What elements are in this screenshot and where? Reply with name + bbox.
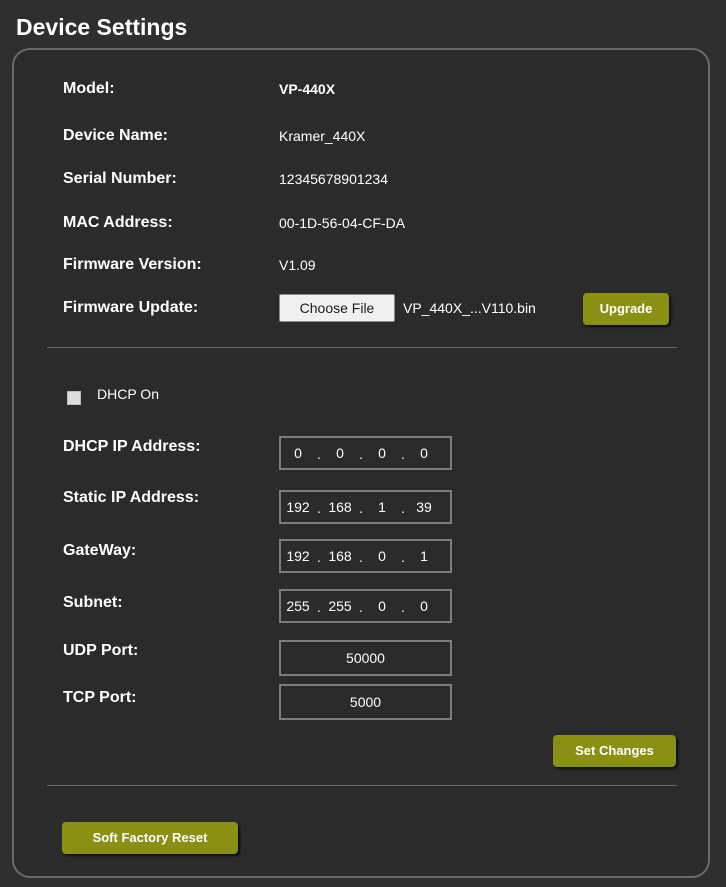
upgrade-button[interactable]: Upgrade [583,293,669,325]
divider [47,785,677,786]
gateway-field[interactable]: 192 . 168 . 0 . 1 [279,539,452,573]
choose-file-button[interactable]: Choose File [279,294,395,322]
divider [47,347,677,348]
ip-dot: . [317,549,321,565]
dhcp-ip-field[interactable]: 0 . 0 . 0 . 0 [279,436,452,470]
ip-octet: 192 [286,499,310,515]
model-value: VP-440X [279,81,336,97]
ip-dot: . [401,500,405,516]
device-name-label: Device Name: [63,127,168,144]
dhcp-checkbox[interactable] [67,391,81,405]
subnet-label: Subnet: [63,594,123,611]
tcp-port-label: TCP Port: [63,689,137,706]
firmware-version-label: Firmware Version: [63,256,202,273]
ip-dot: . [317,500,321,516]
ip-octet: 255 [328,598,352,614]
gateway-label: GateWay: [63,542,137,559]
mac-address-label: MAC Address: [63,214,173,231]
tcp-port-field[interactable]: 5000 [279,684,452,720]
ip-octet: 168 [328,499,352,515]
subnet-field[interactable]: 255 . 255 . 0 . 0 [279,589,452,623]
ip-dot: . [359,549,363,565]
ip-octet: 0 [336,445,344,461]
ip-octet: 0 [294,445,302,461]
ip-octet: 0 [378,548,386,564]
ip-octet: 1 [378,499,386,515]
ip-octet: 1 [420,548,428,564]
selected-file-name: VP_440X_...V110.bin [403,300,536,316]
ip-dot: . [359,500,363,516]
ip-dot: . [317,599,321,615]
mac-address-value: 00-1D-56-04-CF-DA [279,215,406,231]
udp-port-label: UDP Port: [63,642,139,659]
set-changes-button[interactable]: Set Changes [553,735,676,767]
ip-octet: 0 [420,598,428,614]
ip-dot: . [401,549,405,565]
ip-octet: 39 [416,499,432,515]
page-title: Device Settings [16,14,188,40]
udp-port-field[interactable]: 50000 [279,640,452,676]
device-name-value: Kramer_440X [279,128,366,144]
ip-octet: 192 [286,548,310,564]
firmware-version-value: V1.09 [279,257,316,273]
soft-factory-reset-button[interactable]: Soft Factory Reset [62,822,238,854]
serial-number-label: Serial Number: [63,170,177,187]
static-ip-field[interactable]: 192 . 168 . 1 . 39 [279,490,452,524]
ip-dot: . [401,599,405,615]
serial-number-value: 12345678901234 [279,171,389,187]
ip-octet: 0 [420,445,428,461]
ip-octet: 168 [328,548,352,564]
ip-octet: 255 [286,598,310,614]
ip-octet: 0 [378,445,386,461]
dhcp-ip-label: DHCP IP Address: [63,438,201,455]
dhcp-label: DHCP On [97,386,159,402]
ip-octet: 0 [378,598,386,614]
ip-dot: . [401,446,405,462]
ip-dot: . [359,599,363,615]
firmware-update-label: Firmware Update: [63,299,199,316]
ip-dot: . [359,446,363,462]
ip-dot: . [317,446,321,462]
model-label: Model: [63,80,115,97]
static-ip-label: Static IP Address: [63,489,200,506]
